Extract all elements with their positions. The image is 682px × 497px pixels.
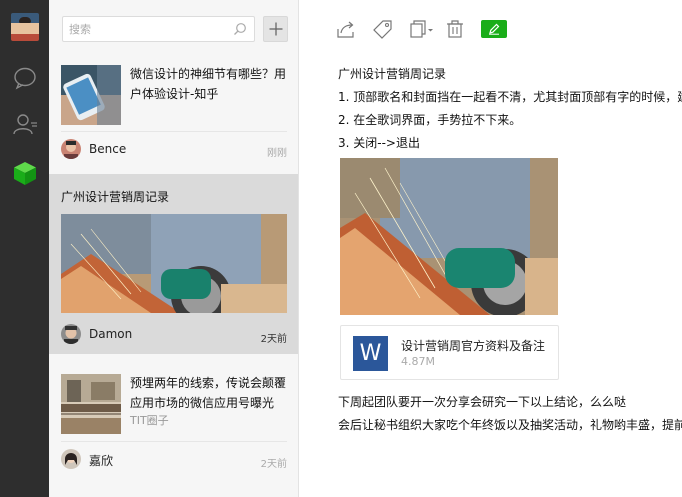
user-avatar[interactable] xyxy=(11,13,39,41)
note-title: 预埋两年的线索，传说会颠覆应用市场的微信应用号曝光 xyxy=(130,376,287,410)
contacts-icon[interactable] xyxy=(12,111,38,137)
attachment-name: 设计营销周官方资料及备注 xyxy=(401,339,546,353)
note-cover-image xyxy=(61,214,287,313)
divider xyxy=(61,131,287,132)
document-line: 2. 在全歌词界面，手势拉不下来。 xyxy=(338,113,522,127)
document-image[interactable] xyxy=(340,158,558,315)
note-list-panel: 微信设计的神细节有哪些？用户体验设计-知乎 Bence 刚刚 广州设计营销周记录 xyxy=(49,0,299,497)
note-thumbnail xyxy=(61,65,121,125)
note-detail: 广州设计营销周记录 1. 顶部歌名和封面挡在一起看不清，尤其封面顶部有字的时候，… xyxy=(300,0,682,497)
author-name: Bence xyxy=(89,142,127,156)
document-line: 会后让秘书组织大家吃个年终饭以及抽奖活动，礼物哟丰盛，提前 xyxy=(338,418,682,432)
document-line: 下周起团队要开一次分享会研究一下以上结论，么么哒 xyxy=(338,395,627,409)
author-avatar xyxy=(61,324,81,344)
chat-icon[interactable] xyxy=(12,65,38,91)
author-name: Damon xyxy=(89,327,133,341)
share-icon[interactable] xyxy=(336,19,356,39)
edit-button[interactable] xyxy=(481,20,507,38)
author-name: 嘉欣 xyxy=(89,454,114,468)
attachment-card[interactable]: W 设计营销周官方资料及备注 4.87M xyxy=(340,325,559,380)
plus-icon xyxy=(269,22,283,36)
author-avatar xyxy=(61,139,81,159)
note-source: TIT圈子 xyxy=(130,414,169,427)
note-title: 广州设计营销周记录 xyxy=(61,190,170,204)
edit-pencil-icon xyxy=(489,23,500,35)
document-line: 3. 关闭-->退出 xyxy=(338,136,420,150)
note-time: 2天前 xyxy=(260,334,287,345)
note-card[interactable]: 微信设计的神细节有哪些？用户体验设计-知乎 Bence 刚刚 xyxy=(49,56,298,173)
document-line: 1. 顶部歌名和封面挡在一起看不清，尤其封面顶部有字的时候，建 xyxy=(338,90,682,104)
copy-dropdown-icon[interactable] xyxy=(410,19,434,39)
note-thumbnail xyxy=(61,374,121,434)
word-document-icon: W xyxy=(353,336,388,371)
note-title: 微信设计的神细节有哪些？用户体验设计-知乎 xyxy=(130,67,287,101)
favorites-cube-icon[interactable] xyxy=(12,160,38,186)
note-time: 刚刚 xyxy=(267,148,287,159)
search-box[interactable] xyxy=(62,16,255,42)
attachment-size: 4.87M xyxy=(401,355,435,368)
left-rail xyxy=(0,0,49,497)
divider xyxy=(61,441,287,442)
trash-icon[interactable] xyxy=(445,19,465,39)
tag-icon[interactable] xyxy=(373,19,393,39)
wechat-favorites-window: 微信设计的神细节有哪些？用户体验设计-知乎 Bence 刚刚 广州设计营销周记录 xyxy=(0,0,682,497)
search-input[interactable] xyxy=(63,17,223,41)
document-title: 广州设计营销周记录 xyxy=(338,67,447,81)
author-avatar xyxy=(61,449,81,469)
note-time: 2天前 xyxy=(260,459,287,470)
add-note-button[interactable] xyxy=(263,16,288,42)
note-card[interactable]: 预埋两年的线索，传说会颠覆应用市场的微信应用号曝光 TIT圈子 嘉欣 2天前 xyxy=(49,362,298,482)
note-card-selected[interactable]: 广州设计营销周记录 Damon 2天前 xyxy=(49,174,298,354)
search-icon[interactable] xyxy=(233,22,247,36)
